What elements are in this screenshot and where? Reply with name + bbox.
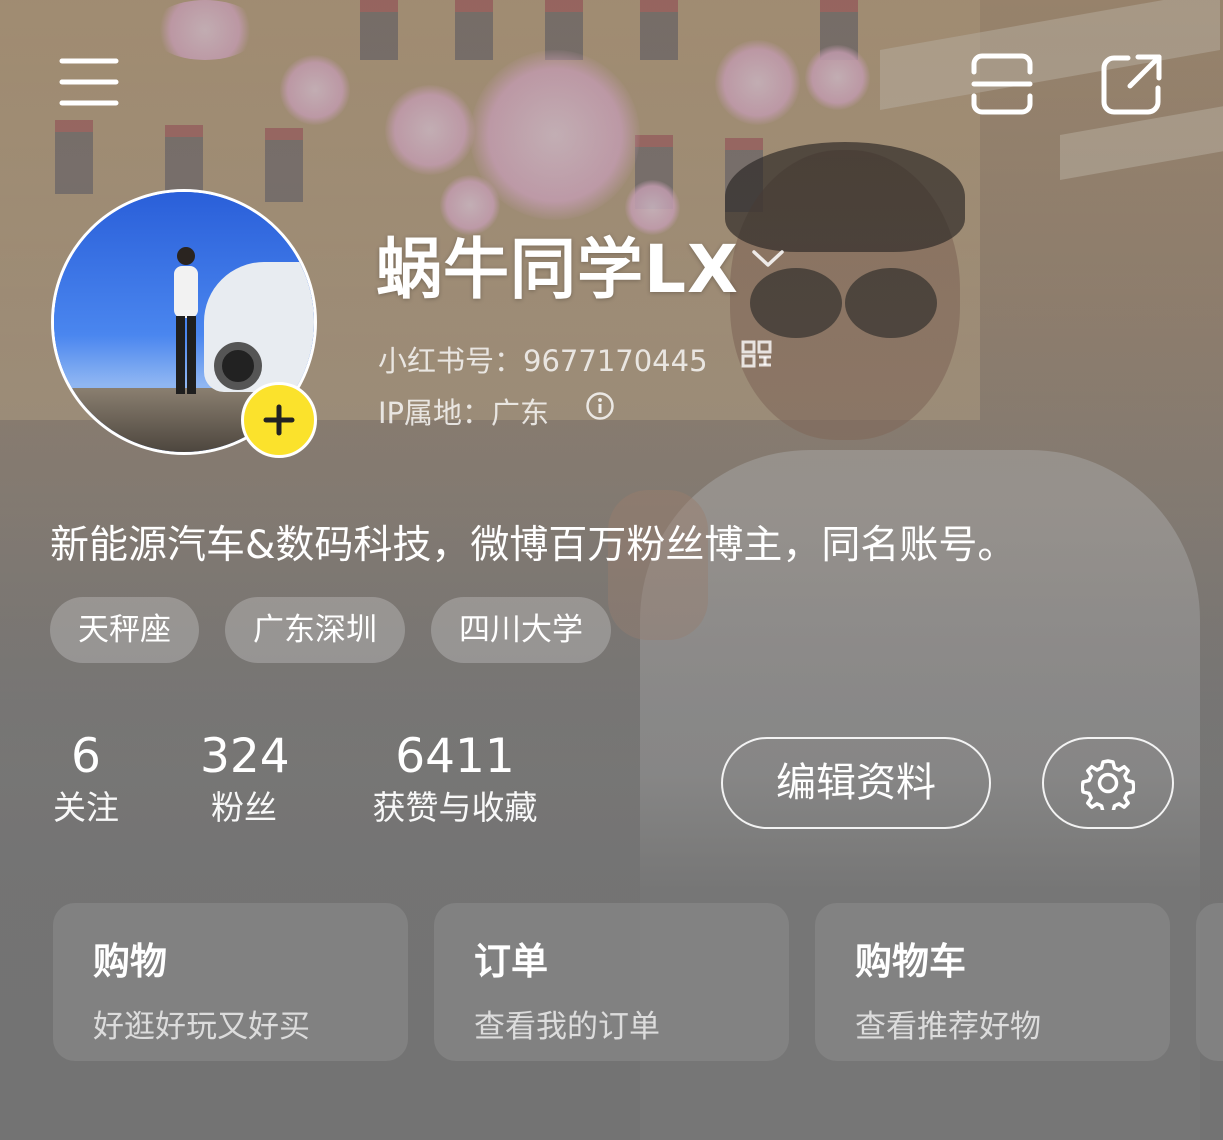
ip-location-value: 广东 <box>491 396 550 430</box>
stat-likes-collections[interactable]: 6411 获赞与收藏 <box>365 730 545 832</box>
menu-icon[interactable] <box>57 52 121 116</box>
card-subtitle: 查看推荐好物 <box>855 1009 1041 1045</box>
tag-item[interactable]: 天秤座 <box>50 597 199 663</box>
edit-profile-button[interactable]: 编辑资料 <box>721 737 991 829</box>
stat-label: 粉丝 <box>211 788 277 827</box>
chevron-down-icon[interactable] <box>750 246 786 274</box>
tag-list: 天秤座 广东深圳 四川大学 <box>50 597 611 663</box>
card-title: 购物车 <box>855 940 966 983</box>
tag-item[interactable]: 四川大学 <box>431 597 611 663</box>
gear-icon <box>1081 759 1135 810</box>
tag-item[interactable]: 广东深圳 <box>225 597 405 663</box>
stat-label: 获赞与收藏 <box>372 788 538 827</box>
stat-label: 关注 <box>53 788 119 827</box>
share-icon[interactable] <box>1100 52 1164 116</box>
card-orders[interactable]: 订单 查看我的订单 <box>434 903 789 1061</box>
qr-code-icon[interactable] <box>741 340 773 372</box>
card-subtitle: 好逛好玩又好买 <box>93 1009 310 1045</box>
plus-icon <box>263 404 295 436</box>
info-icon[interactable] <box>585 391 615 425</box>
profile-page: 蜗牛同学LX 小红书号：9677170445 IP属地：广东 新能源汽车&数码科… <box>0 0 1223 1140</box>
ip-location: IP属地：广东 <box>378 390 549 432</box>
card-title: 购物 <box>93 940 167 983</box>
stat-followers[interactable]: 324 粉丝 <box>200 729 290 832</box>
card-title: 订单 <box>474 940 548 983</box>
bio: 新能源汽车&数码科技，微博百万粉丝博主，同名账号。 <box>50 523 1017 568</box>
user-id: 小红书号：9677170445 <box>378 338 708 380</box>
user-id-label: 小红书号： <box>378 344 524 378</box>
card-subtitle: 查看我的订单 <box>474 1009 660 1045</box>
add-avatar-button[interactable] <box>241 382 317 458</box>
stat-value: 6411 <box>395 729 515 784</box>
card-cart[interactable]: 购物车 查看推荐好物 <box>815 903 1170 1061</box>
settings-button[interactable] <box>1042 737 1174 829</box>
card-shopping[interactable]: 购物 好逛好玩又好买 <box>53 903 408 1061</box>
stat-following[interactable]: 6 关注 <box>50 730 122 832</box>
stat-value: 324 <box>200 729 290 784</box>
stat-value: 6 <box>71 729 101 784</box>
ip-location-label: IP属地： <box>378 396 492 430</box>
scan-icon[interactable] <box>970 52 1034 116</box>
user-id-value: 9677170445 <box>523 344 708 378</box>
card-partial[interactable] <box>1196 903 1223 1061</box>
nickname: 蜗牛同学LX <box>376 231 739 308</box>
